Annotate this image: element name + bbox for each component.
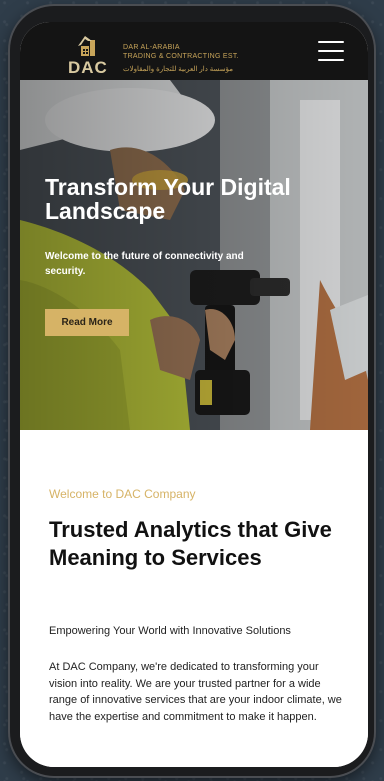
- read-more-button[interactable]: Read More: [45, 309, 129, 336]
- logo-wordmark: DAC: [68, 58, 108, 77]
- site-header: DAC DAR AL-ARABIA TRADING & CONTRACTING …: [20, 22, 368, 80]
- company-logo[interactable]: DAC DAR AL-ARABIA TRADING & CONTRACTING …: [68, 32, 258, 77]
- hamburger-bar: [318, 41, 344, 43]
- intro-eyebrow: Welcome to DAC Company: [49, 487, 196, 501]
- logo-line-3: مؤسسة دار العربية للتجارة والمقاولات: [123, 66, 233, 73]
- hero-subtitle: Welcome to the future of connectivity an…: [45, 251, 244, 277]
- hamburger-bar: [318, 50, 344, 52]
- hamburger-bar: [318, 59, 344, 61]
- phone-screen: DAC DAR AL-ARABIA TRADING & CONTRACTING …: [20, 22, 368, 767]
- intro-section: Welcome to DAC Company Trusted Analytics…: [20, 430, 368, 767]
- hero-title: Transform Your Digital Landscape: [45, 174, 291, 224]
- logo-line-1: DAR AL-ARABIA: [123, 44, 180, 51]
- intro-paragraph: At DAC Company, we're dedicated to trans…: [49, 661, 342, 723]
- logo-text: DAR AL-ARABIA TRADING & CONTRACTING EST.…: [123, 43, 239, 74]
- intro-headline: Trusted Analytics that Give Meaning to S…: [49, 517, 332, 570]
- logo-line-2: TRADING & CONTRACTING EST.: [123, 53, 239, 60]
- hero-section: Transform Your Digital Landscape Welcome…: [20, 80, 368, 430]
- hamburger-icon[interactable]: [318, 41, 344, 61]
- intro-tagline: Empowering Your World with Innovative So…: [49, 625, 291, 637]
